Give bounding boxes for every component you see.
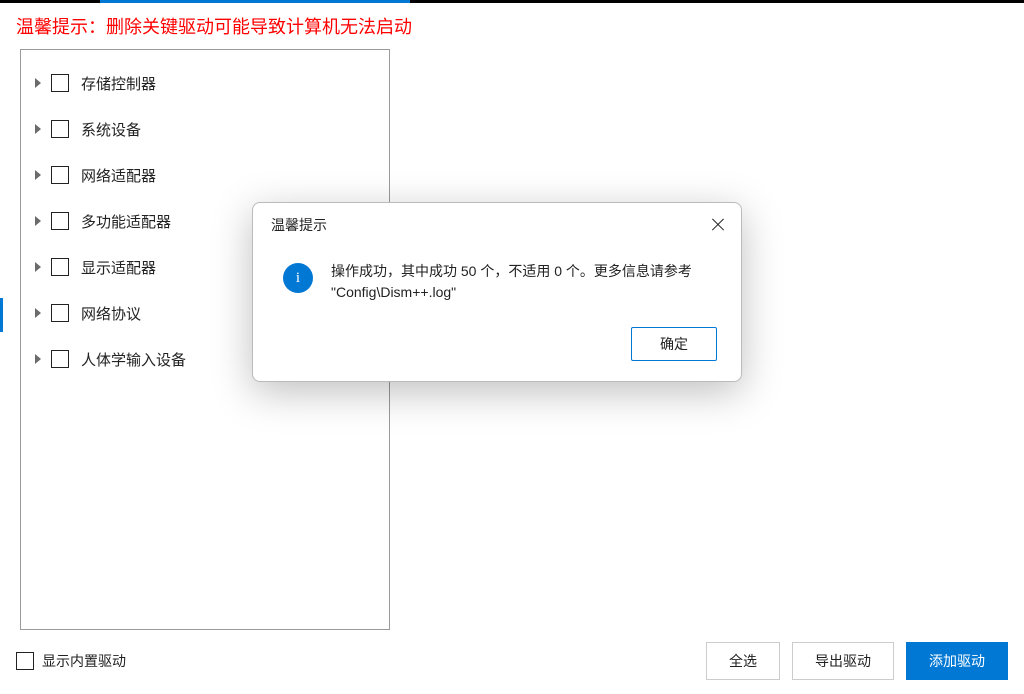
dialog: 温馨提示 i 操作成功，其中成功 50 个，不适用 0 个。更多信息请参考 "C… <box>252 202 742 382</box>
dialog-message: 操作成功，其中成功 50 个，不适用 0 个。更多信息请参考 "Config\D… <box>331 261 717 303</box>
ok-button[interactable]: 确定 <box>631 327 717 361</box>
dialog-body: i 操作成功，其中成功 50 个，不适用 0 个。更多信息请参考 "Config… <box>253 245 741 313</box>
dialog-footer: 确定 <box>253 313 741 381</box>
dialog-title: 温馨提示 <box>271 215 327 235</box>
close-icon[interactable] <box>711 218 725 232</box>
info-icon: i <box>283 263 313 293</box>
dialog-header: 温馨提示 <box>253 203 741 245</box>
modal-overlay: 温馨提示 i 操作成功，其中成功 50 个，不适用 0 个。更多信息请参考 "C… <box>0 0 1024 694</box>
